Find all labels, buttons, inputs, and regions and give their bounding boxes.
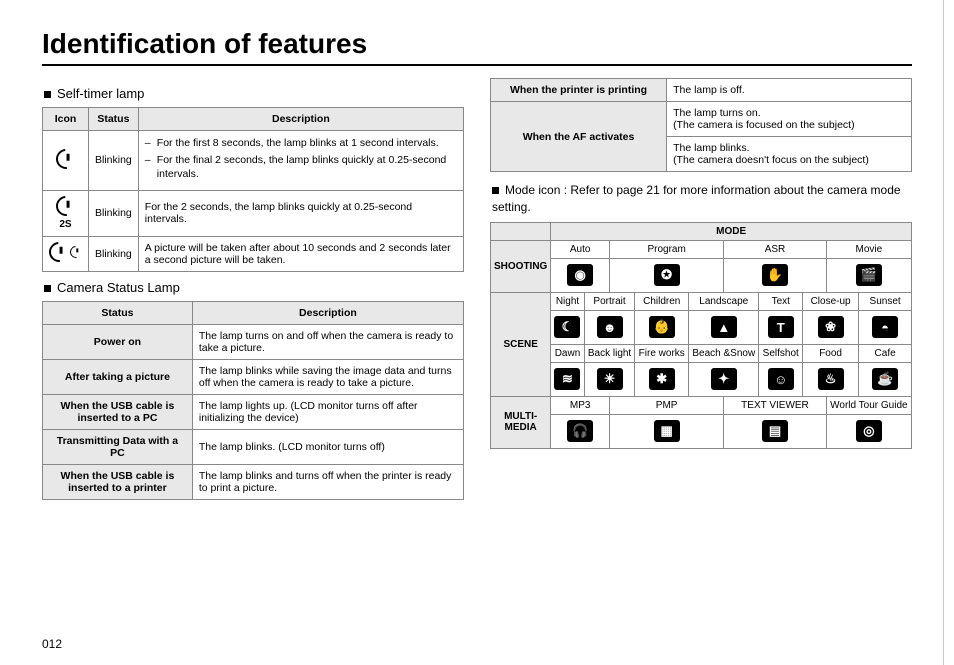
printer-af-table: When the printer is printingThe lamp is … — [490, 78, 912, 172]
timer-icon — [53, 149, 79, 172]
backlight-icon: ☀ — [597, 368, 623, 390]
text-icon: T — [768, 316, 794, 338]
mode-table: MODE SHOOTING Auto Program ASR Movie ◉ ✪… — [490, 222, 912, 449]
sunset-icon: ◓ — [872, 316, 898, 338]
camera-status-table: Status Description Power onThe lamp turn… — [42, 301, 464, 500]
asr-icon: ✋ — [762, 264, 788, 286]
page-number: 012 — [42, 637, 62, 651]
cafe-icon: ☕ — [872, 368, 898, 390]
program-icon: ✪ — [654, 264, 680, 286]
portrait-icon: ☻ — [597, 316, 623, 338]
camera-icon: ◉ — [567, 264, 593, 286]
movie-icon: 🎬 — [856, 264, 882, 286]
pmp-icon: ▦ — [654, 420, 680, 442]
timer-2s-icon: 2S — [53, 196, 79, 231]
fireworks-icon: ✱ — [649, 368, 675, 390]
children-icon: 👶 — [649, 316, 675, 338]
mp3-icon: 🎧 — [567, 420, 593, 442]
food-icon: ♨ — [818, 368, 844, 390]
self-timer-table: Icon Status Description Blinking For the… — [42, 107, 464, 272]
self-timer-heading: Self-timer lamp — [44, 86, 464, 101]
textviewer-icon: ▤ — [762, 420, 788, 442]
mode-icon-note: Mode icon : Refer to page 21 for more in… — [492, 182, 912, 216]
page-title: Identification of features — [42, 28, 912, 66]
timer-double-icon — [49, 242, 82, 262]
beachsnow-icon: ✦ — [711, 368, 737, 390]
night-icon: ☾ — [554, 316, 580, 338]
dawn-icon: ≋ — [554, 368, 580, 390]
closeup-icon: ❀ — [818, 316, 844, 338]
camera-status-heading: Camera Status Lamp — [44, 280, 464, 295]
selfshot-icon: ☺ — [768, 368, 794, 390]
page-edge — [943, 0, 944, 665]
worldtour-icon: ◎ — [856, 420, 882, 442]
landscape-icon: ▲ — [711, 316, 737, 338]
